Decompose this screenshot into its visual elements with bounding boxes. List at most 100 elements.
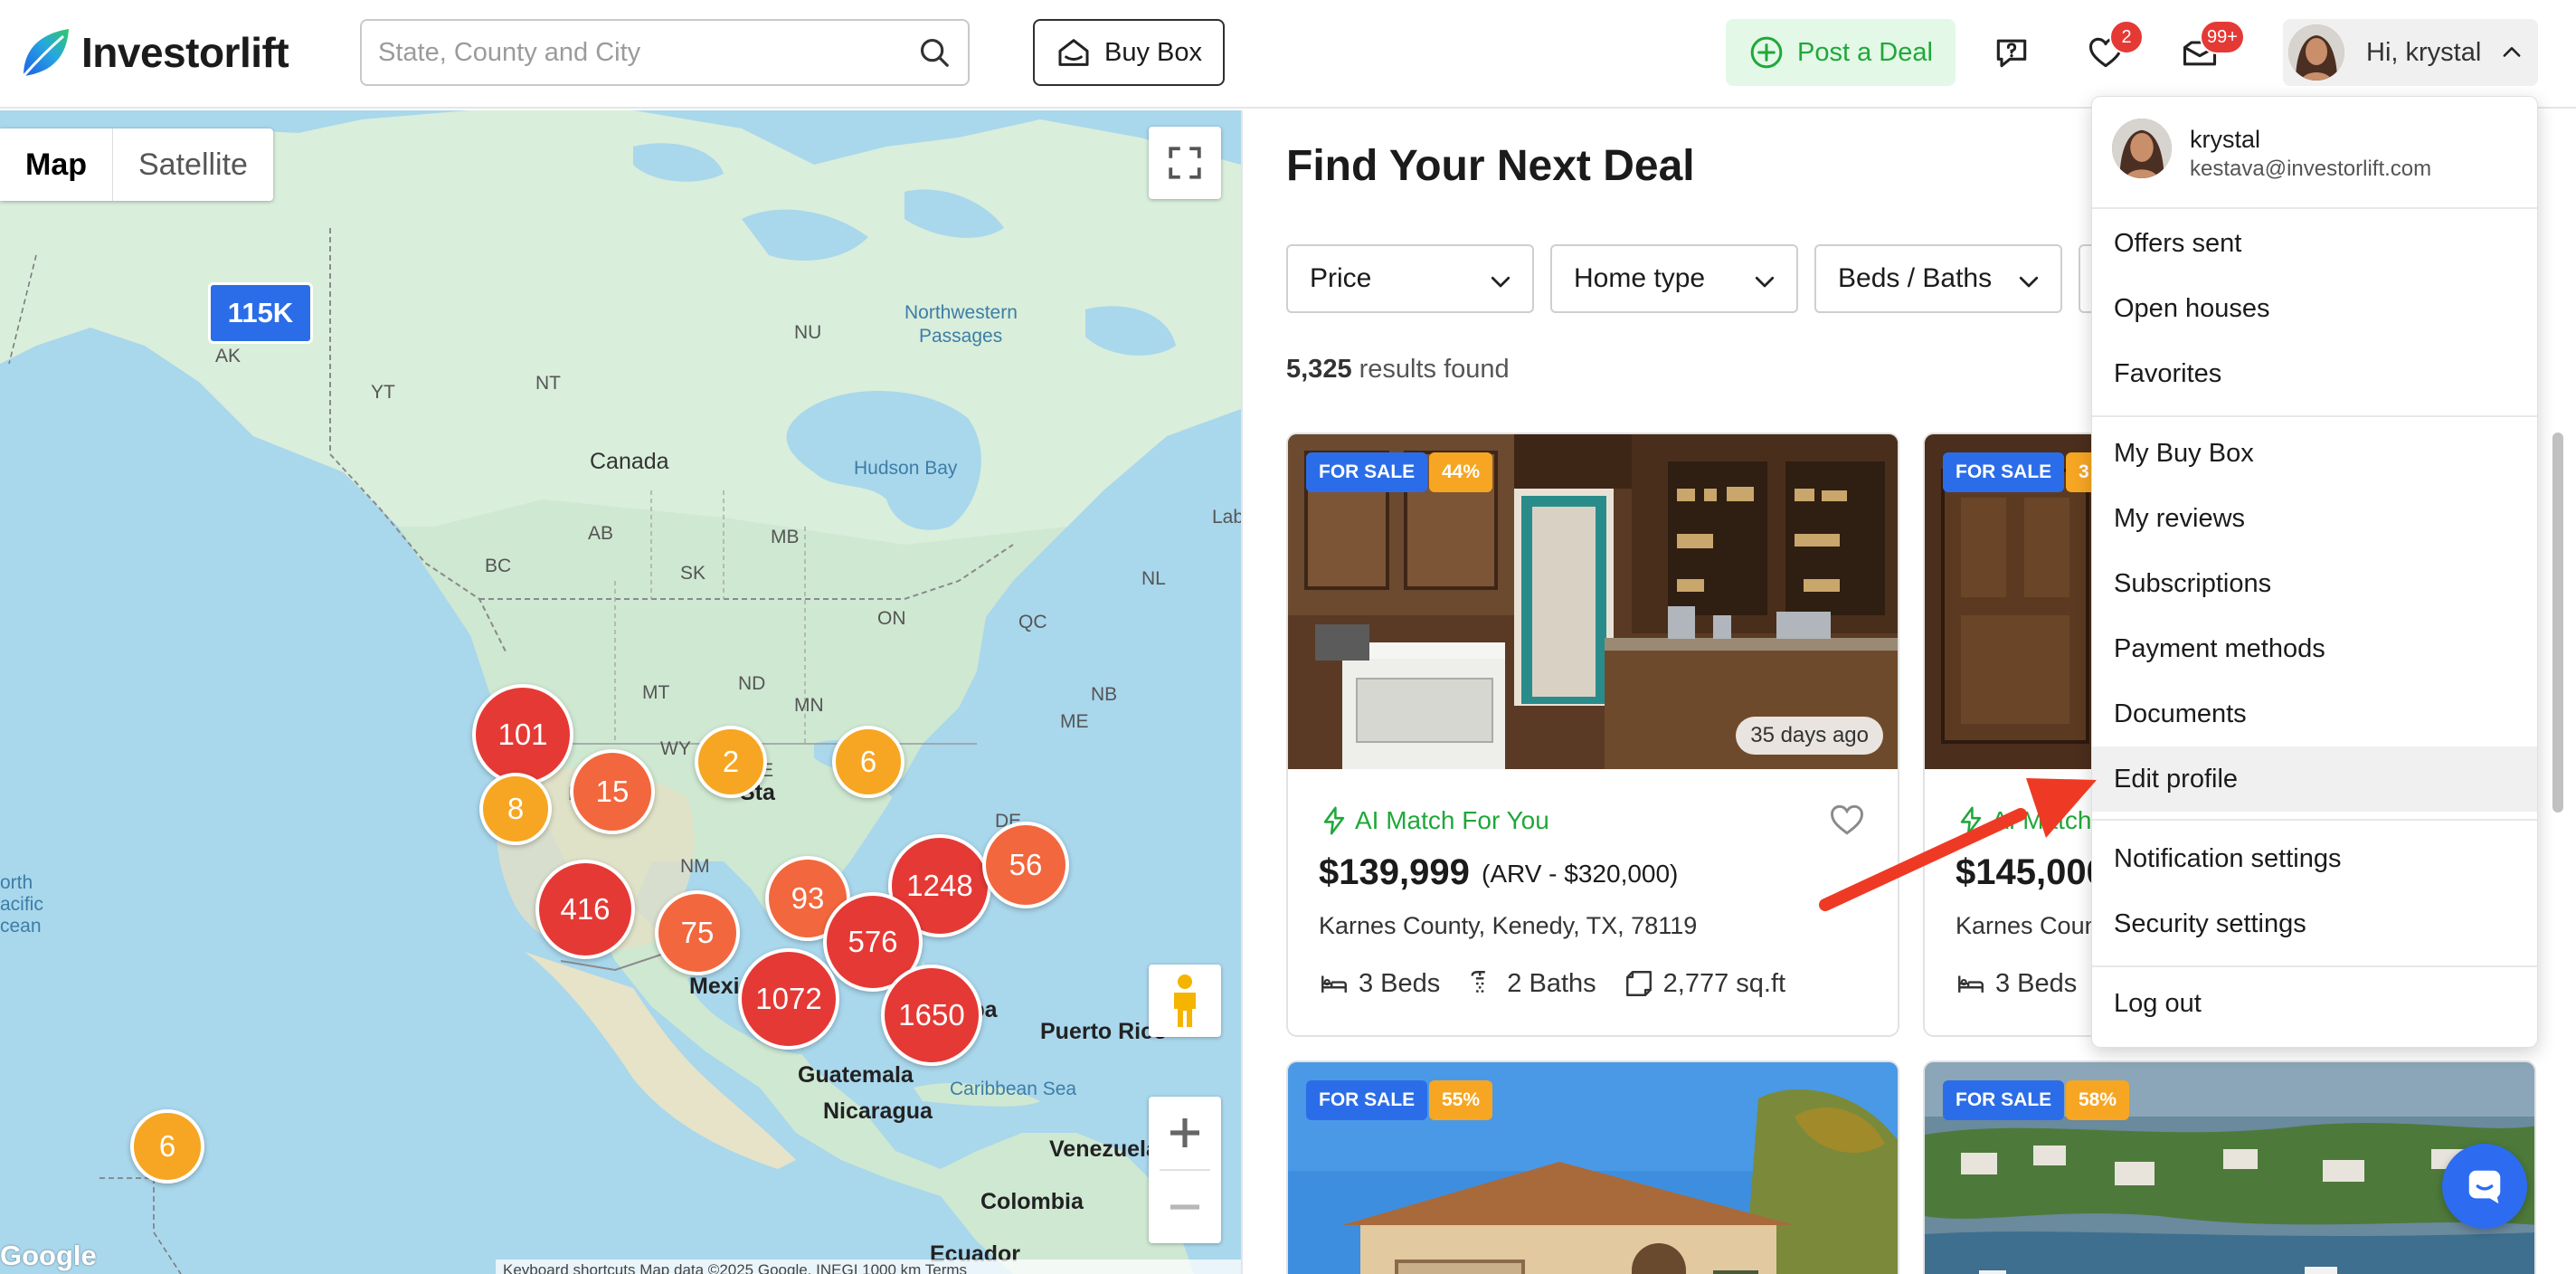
listing-card[interactable]: FOR SALE 44% 35 days ago AI Match For Yo… <box>1286 433 1899 1037</box>
map-type-map[interactable]: Map <box>0 128 113 201</box>
zoom-in-button[interactable] <box>1149 1097 1221 1169</box>
favorites-button[interactable]: 2 <box>2086 20 2144 78</box>
ai-match: AI Match <box>1956 805 2091 836</box>
chevron-up-icon <box>2503 47 2521 57</box>
map-label: YT <box>371 382 395 403</box>
cluster-marker[interactable]: 416 <box>535 860 635 959</box>
bed-icon <box>1321 975 1347 993</box>
menu-item-my-buy-box[interactable]: My Buy Box <box>2092 421 2537 486</box>
cluster-marker[interactable]: 1072 <box>738 948 839 1050</box>
cluster-marker[interactable]: 56 <box>982 822 1069 908</box>
avatar <box>2112 119 2172 178</box>
map-label: ON <box>877 608 906 629</box>
baths-spec: 2 Baths <box>1467 968 1596 999</box>
map-panel[interactable]: Map Satellite 115K AK YT NT NU Northwest… <box>0 110 1241 1274</box>
discount-tag: 44% <box>1429 452 1493 492</box>
menu-user-name: krystal <box>2190 126 2261 153</box>
pegman-icon <box>1174 975 1196 1027</box>
map-label: MN <box>794 695 824 716</box>
search-icon[interactable] <box>917 35 952 70</box>
map-type-satellite[interactable]: Satellite <box>113 128 273 201</box>
menu-item-notification-settings[interactable]: Notification settings <box>2092 826 2537 891</box>
cluster-marker[interactable]: 6 <box>832 726 904 798</box>
filter-price[interactable]: Price <box>1286 244 1534 313</box>
street-view-button[interactable] <box>1149 965 1221 1037</box>
lightning-icon <box>1323 806 1345 835</box>
menu-user-email: kestava@investorlift.com <box>2190 157 2432 181</box>
map-label: Venezuela <box>1049 1136 1159 1162</box>
ai-match: AI Match For You <box>1319 805 1549 836</box>
messages-badge: 99+ <box>2200 20 2245 54</box>
discount-tag: 55% <box>1429 1080 1493 1120</box>
menu-item-documents[interactable]: Documents <box>2092 681 2537 746</box>
brand-logo[interactable]: Investorlift <box>18 25 289 80</box>
map-label: AB <box>588 523 614 544</box>
listing-card[interactable]: FOR SALE 55% <box>1286 1060 1899 1274</box>
menu-divider <box>2092 965 2537 967</box>
messages-button[interactable]: 99+ <box>2180 20 2245 78</box>
filter-label: Price <box>1310 263 1372 293</box>
menu-item-edit-profile[interactable]: Edit profile <box>2092 746 2537 812</box>
chat-button[interactable] <box>2442 1144 2527 1229</box>
cluster-marker[interactable]: 8 <box>479 773 552 845</box>
buy-box-button[interactable]: Buy Box <box>1033 19 1225 86</box>
user-greeting: Hi, krystal <box>2366 37 2482 67</box>
user-menu-button[interactable]: Hi, krystal <box>2283 19 2538 86</box>
listing-specs: 3 Beds 2 Baths 2,777 sq.ft <box>1319 968 1785 999</box>
cluster-marker[interactable]: 115K <box>208 282 313 344</box>
cluster-marker[interactable]: 1650 <box>881 965 982 1066</box>
map-label: Guatemala <box>798 1062 914 1088</box>
map-label: SK <box>680 563 706 584</box>
beds-value: 3 Beds <box>1359 968 1441 998</box>
menu-item-my-reviews[interactable]: My reviews <box>2092 486 2537 551</box>
listing-card[interactable]: FOR SALE 58% <box>1923 1060 2536 1274</box>
location-search[interactable] <box>360 19 970 86</box>
scrollbar[interactable] <box>2552 433 2563 813</box>
listing-photo[interactable]: FOR SALE 44% 35 days ago <box>1288 434 1898 769</box>
results-count: 5,325 results found <box>1286 355 1510 385</box>
baths-value: 2 Baths <box>1507 968 1596 998</box>
cluster-marker[interactable]: 101 <box>472 684 573 785</box>
menu-item-offers-sent[interactable]: Offers sent <box>2092 211 2537 276</box>
menu-item-open-houses[interactable]: Open houses <box>2092 276 2537 341</box>
zoom-in-icon <box>1170 1118 1199 1147</box>
zoom-controls <box>1149 1097 1221 1243</box>
chevron-down-icon <box>2019 276 2039 288</box>
menu-item-favorites[interactable]: Favorites <box>2092 341 2537 406</box>
heart-icon[interactable] <box>1827 800 1867 840</box>
listing-photo[interactable]: FOR SALE 58% <box>1925 1062 2534 1274</box>
post-deal-label: Post a Deal <box>1797 37 1933 67</box>
chat-icon <box>2468 1170 2501 1204</box>
fullscreen-button[interactable] <box>1149 127 1221 199</box>
filter-home-type[interactable]: Home type <box>1550 244 1798 313</box>
top-header: Investorlift Buy Box Post a Deal 2 99+ <box>0 0 2576 109</box>
filter-beds-baths[interactable]: Beds / Baths <box>1814 244 2062 313</box>
menu-item-security-settings[interactable]: Security settings <box>2092 891 2537 956</box>
zoom-out-button[interactable] <box>1149 1171 1221 1243</box>
search-input[interactable] <box>378 21 903 84</box>
map-label: acific <box>0 894 43 915</box>
menu-item-log-out[interactable]: Log out <box>2092 971 2537 1036</box>
fullscreen-icon <box>1169 147 1201 179</box>
google-logo[interactable]: Google <box>0 1240 97 1272</box>
map-label: Lab <box>1212 507 1241 528</box>
listing-photo[interactable]: FOR SALE 55% <box>1288 1062 1898 1274</box>
chevron-down-icon <box>1755 276 1775 288</box>
map-label: ND <box>738 673 766 694</box>
house-icon <box>1058 39 1089 66</box>
cluster-marker[interactable]: 2 <box>695 726 767 798</box>
discount-tag: 58% <box>2066 1080 2130 1120</box>
chevron-down-icon <box>1491 276 1511 288</box>
map-label: Passages <box>919 326 1003 347</box>
ai-match-label: AI Match For You <box>1355 806 1549 834</box>
cluster-marker[interactable]: 15 <box>570 749 655 834</box>
ai-match-label: AI Match <box>1992 806 2092 834</box>
menu-item-payment-methods[interactable]: Payment methods <box>2092 616 2537 681</box>
post-deal-button[interactable]: Post a Deal <box>1726 19 1956 86</box>
help-button[interactable] <box>1992 27 2035 78</box>
cluster-marker[interactable]: 6 <box>130 1109 204 1184</box>
cluster-marker[interactable]: 75 <box>655 890 740 975</box>
listing-age: 35 days ago <box>1736 717 1883 755</box>
menu-item-subscriptions[interactable]: Subscriptions <box>2092 551 2537 616</box>
map-attribution[interactable]: Keyboard shortcuts Map data ©2025 Google… <box>496 1260 1241 1274</box>
